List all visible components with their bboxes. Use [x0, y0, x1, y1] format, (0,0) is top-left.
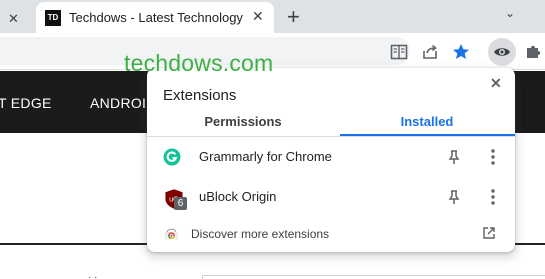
share-icon[interactable]: [420, 42, 440, 62]
extension-name: Grammarly for Chrome: [199, 149, 332, 164]
tab-title: Techdows - Latest Technology Ne: [69, 10, 247, 25]
discover-label: Discover more extensions: [191, 227, 330, 241]
tab-search-button[interactable]: ⌄: [505, 6, 515, 20]
extensions-popup: Extensions ✕ Permissions Installed Gramm…: [147, 68, 515, 252]
page-search-box[interactable]: [202, 275, 545, 279]
techdows-favicon-icon: TD: [45, 10, 61, 26]
ublock-badge: 6: [174, 197, 187, 210]
more-options-icon[interactable]: [489, 188, 497, 206]
tab-permissions[interactable]: Permissions: [147, 114, 339, 136]
tab-strip: ✕ TD Techdows - Latest Technology Ne ✕ +…: [0, 0, 545, 33]
tab-techdows[interactable]: TD Techdows - Latest Technology Ne ✕: [36, 2, 274, 33]
pin-icon[interactable]: [446, 189, 462, 205]
site-watermark: techdows.com: [124, 50, 274, 76]
more-options-icon[interactable]: [489, 148, 497, 166]
open-external-icon[interactable]: [482, 226, 496, 240]
extensions-puzzle-icon[interactable]: [523, 42, 543, 62]
discover-more-extensions-link[interactable]: Discover more extensions: [147, 214, 515, 254]
bottom-mark: · ·: [88, 272, 98, 279]
tab-close-icon[interactable]: ✕: [252, 8, 264, 25]
grammarly-icon: [163, 148, 181, 166]
nav-item-edge[interactable]: T EDGE: [0, 95, 52, 111]
bookmark-star-icon[interactable]: [451, 42, 471, 62]
eye-icon[interactable]: [492, 42, 512, 62]
tab-close-icon[interactable]: ✕: [8, 11, 19, 27]
nav-item-android[interactable]: ANDROII: [90, 95, 150, 111]
extension-row-grammarly[interactable]: Grammarly for Chrome: [147, 137, 515, 177]
reading-list-icon[interactable]: [389, 42, 409, 62]
pin-icon[interactable]: [446, 149, 462, 165]
close-icon[interactable]: ✕: [490, 75, 502, 92]
previous-tab[interactable]: ✕: [0, 6, 36, 33]
tab-installed[interactable]: Installed: [339, 114, 515, 136]
popup-title: Extensions: [163, 87, 237, 104]
extension-name: uBlock Origin: [199, 189, 277, 204]
extension-row-ublock[interactable]: uO 6 uBlock Origin: [147, 177, 515, 217]
chrome-web-store-icon: [164, 228, 179, 240]
new-tab-button[interactable]: +: [287, 4, 300, 30]
